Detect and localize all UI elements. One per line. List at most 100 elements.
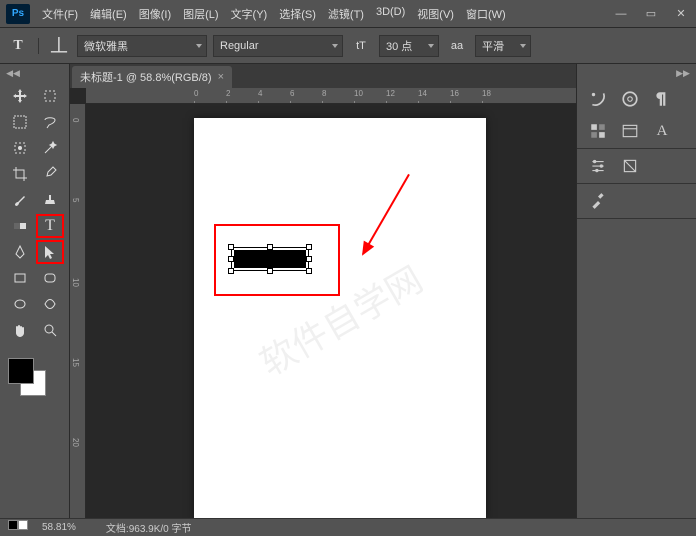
- panel-group-3: [577, 184, 696, 219]
- canvas-viewport[interactable]: 软件自学网: [86, 104, 576, 518]
- properties-panel-icon[interactable]: [587, 190, 609, 212]
- title-bar: Ps 文件(F) 编辑(E) 图像(I) 图层(L) 文字(Y) 选择(S) 滤…: [0, 0, 696, 28]
- font-size-icon: tT: [349, 34, 373, 58]
- menu-bar: 文件(F) 编辑(E) 图像(I) 图层(L) 文字(Y) 选择(S) 滤镜(T…: [36, 6, 606, 22]
- transform-handle-bl[interactable]: [228, 268, 234, 274]
- menu-edit[interactable]: 编辑(E): [84, 6, 133, 22]
- pen-tool[interactable]: [6, 240, 34, 264]
- swatches-panel-icon[interactable]: [587, 120, 609, 142]
- ruler-tick: 18: [482, 89, 491, 98]
- default-colors-icon[interactable]: [8, 520, 28, 530]
- document-info[interactable]: 文档:963.9K/0 字节: [106, 520, 192, 535]
- zoom-level[interactable]: 58.81%: [42, 522, 76, 533]
- color-panel-icon[interactable]: [619, 88, 641, 110]
- status-bar: 58.81% 文档:963.9K/0 字节: [0, 518, 696, 536]
- horizontal-ruler[interactable]: 0 2 4 6 8 10 12 14 16 18: [86, 88, 576, 104]
- transform-handle-bc[interactable]: [267, 268, 273, 274]
- marquee-tool[interactable]: [6, 110, 34, 134]
- ruler-tick: 0: [194, 89, 198, 98]
- menu-window[interactable]: 窗口(W): [460, 6, 512, 22]
- rectangle-tool[interactable]: [6, 266, 34, 290]
- maximize-button[interactable]: ▭: [636, 3, 666, 25]
- ruler-tick: 20: [71, 438, 80, 447]
- document-tab[interactable]: 未标题-1 @ 58.8%(RGB/8) ×: [72, 66, 232, 88]
- foreground-color-swatch[interactable]: [8, 358, 34, 384]
- transform-handle-tc[interactable]: [267, 244, 273, 250]
- menu-filter[interactable]: 滤镜(T): [322, 6, 370, 22]
- custom-shape-tool[interactable]: [36, 292, 64, 316]
- brush-tool[interactable]: [6, 188, 34, 212]
- adjustments-panel-icon[interactable]: [587, 155, 609, 177]
- options-bar: T 丄 微软雅黑 Regular tT 30 点 aa 平滑: [0, 28, 696, 64]
- font-family-dropdown[interactable]: 微软雅黑: [77, 35, 207, 57]
- text-orientation-icon[interactable]: 丄: [47, 34, 71, 58]
- transform-handle-mr[interactable]: [306, 256, 312, 262]
- minimize-button[interactable]: —: [606, 3, 636, 25]
- gradient-tool[interactable]: [6, 214, 34, 238]
- panel-group-2: [577, 149, 696, 184]
- hand-tool[interactable]: [6, 318, 34, 342]
- tools-panel: ◀◀ T: [0, 64, 70, 518]
- ruler-tick: 15: [71, 358, 80, 367]
- history-panel-icon[interactable]: [587, 88, 609, 110]
- transform-handle-ml[interactable]: [228, 256, 234, 262]
- transform-handle-tr[interactable]: [306, 244, 312, 250]
- tab-title: 未标题-1 @ 58.8%(RGB/8): [80, 69, 212, 85]
- panel-group-1: A: [577, 82, 696, 149]
- tool-preset-icon[interactable]: T: [6, 34, 30, 58]
- antialias-dropdown[interactable]: 平滑: [475, 35, 531, 57]
- color-swatches[interactable]: [8, 358, 46, 396]
- ruler-tick: 16: [450, 89, 459, 98]
- transform-handle-tl[interactable]: [228, 244, 234, 250]
- move-tool[interactable]: [6, 84, 34, 108]
- ruler-tick: 10: [354, 89, 363, 98]
- annotation-arrow: [362, 174, 410, 255]
- right-panels: ▶▶ A: [576, 64, 696, 518]
- tab-close-icon[interactable]: ×: [218, 71, 224, 83]
- menu-image[interactable]: 图像(I): [133, 6, 177, 22]
- close-window-button[interactable]: ✕: [666, 3, 696, 25]
- ruler-tick: 6: [290, 89, 294, 98]
- magic-wand-tool[interactable]: [36, 136, 64, 160]
- ruler-tick: 0: [71, 118, 80, 122]
- styles-panel-icon[interactable]: [619, 155, 641, 177]
- menu-layer[interactable]: 图层(L): [177, 6, 224, 22]
- collapse-tools-icon[interactable]: ◀◀: [6, 66, 20, 80]
- font-size-dropdown[interactable]: 30 点: [379, 35, 439, 57]
- collapse-panels-icon[interactable]: ▶▶: [676, 66, 690, 80]
- tool-grid: T: [0, 82, 69, 344]
- vertical-ruler[interactable]: 0 5 10 15 20 25: [70, 104, 86, 518]
- menu-select[interactable]: 选择(S): [273, 6, 322, 22]
- menu-file[interactable]: 文件(F): [36, 6, 84, 22]
- menu-3d[interactable]: 3D(D): [370, 6, 411, 22]
- menu-view[interactable]: 视图(V): [411, 6, 460, 22]
- transform-handle-br[interactable]: [306, 268, 312, 274]
- lasso-tool[interactable]: [36, 110, 64, 134]
- clone-stamp-tool[interactable]: [36, 188, 64, 212]
- artboard-tool[interactable]: [36, 84, 64, 108]
- ruler-tick: 12: [386, 89, 395, 98]
- antialias-label: aa: [445, 34, 469, 58]
- path-selection-tool[interactable]: [36, 240, 64, 264]
- app-logo: Ps: [6, 4, 30, 24]
- libraries-panel-icon[interactable]: [619, 120, 641, 142]
- text-layer-object[interactable]: [234, 250, 306, 268]
- eyedropper-tool[interactable]: [36, 162, 64, 186]
- svg-text:丄: 丄: [50, 36, 68, 56]
- orientation-icon: 丄: [47, 34, 71, 58]
- menu-type[interactable]: 文字(Y): [225, 6, 274, 22]
- divider: [38, 38, 39, 54]
- zoom-tool[interactable]: [36, 318, 64, 342]
- window-controls: — ▭ ✕: [606, 3, 696, 25]
- quick-select-tool[interactable]: [6, 136, 34, 160]
- document-tabs: 未标题-1 @ 58.8%(RGB/8) ×: [70, 64, 576, 88]
- canvas[interactable]: 软件自学网: [194, 118, 486, 518]
- ellipse-tool[interactable]: [6, 292, 34, 316]
- font-style-dropdown[interactable]: Regular: [213, 35, 343, 57]
- crop-tool[interactable]: [6, 162, 34, 186]
- character-panel-icon[interactable]: A: [651, 120, 673, 142]
- type-tool[interactable]: T: [36, 214, 64, 238]
- paragraph-panel-icon[interactable]: [651, 88, 673, 110]
- rounded-rect-tool[interactable]: [36, 266, 64, 290]
- ruler-tick: 14: [418, 89, 427, 98]
